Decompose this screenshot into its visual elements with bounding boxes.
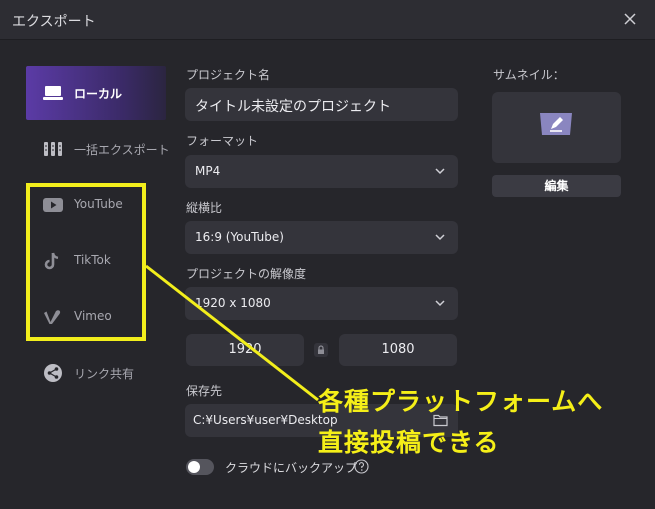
aspect-label: 縦横比 xyxy=(186,201,223,215)
thumbnail-preview[interactable] xyxy=(492,92,621,163)
window-title: エクスポート xyxy=(12,14,96,30)
annotation-line-1: 各種プラットフォームへ xyxy=(318,387,604,416)
cloud-backup-toggle[interactable] xyxy=(186,459,214,475)
sidebar-item-local[interactable]: ローカル xyxy=(26,66,166,120)
edit-image-icon xyxy=(540,113,572,135)
format-value: MP4 xyxy=(195,164,221,178)
sidebar-item-label: リンク共有 xyxy=(74,367,135,381)
edit-thumbnail-button[interactable]: 編集 xyxy=(492,175,621,197)
chevron-down-icon xyxy=(435,168,445,175)
aspect-value: 16:9 (YouTube) xyxy=(195,230,284,244)
sidebar-item-label: 一括エクスポート xyxy=(74,143,170,157)
cloud-backup-label: クラウドにバックアップ xyxy=(225,461,358,475)
resolution-width-input[interactable]: 1920 xyxy=(186,334,304,366)
title-bar: エクスポート xyxy=(0,0,655,40)
save-path-value: C:¥Users¥user¥Desktop xyxy=(193,413,338,427)
share-icon xyxy=(44,364,62,382)
resolution-height-input[interactable]: 1080 xyxy=(339,334,457,366)
help-icon[interactable] xyxy=(354,459,369,474)
project-name-input[interactable]: タイトル未設定のプロジェクト xyxy=(185,88,458,121)
aspect-select[interactable]: 16:9 (YouTube) xyxy=(185,221,458,254)
chevron-down-icon xyxy=(435,234,445,241)
project-name-value: タイトル未設定のプロジェクト xyxy=(195,99,391,115)
format-select[interactable]: MP4 xyxy=(185,155,458,188)
save-to-label: 保存先 xyxy=(186,384,223,398)
toggle-knob xyxy=(188,461,200,473)
annotation-line-2: 直接投稿できる xyxy=(318,428,500,457)
thumbnail-label: サムネイル： xyxy=(493,68,565,82)
format-label: フォーマット xyxy=(186,134,259,148)
project-name-label: プロジェクト名 xyxy=(186,68,271,82)
laptop-icon xyxy=(43,86,63,100)
highlight-box xyxy=(26,183,146,341)
resolution-select[interactable]: 1920 x 1080 xyxy=(185,287,458,320)
batch-icon xyxy=(44,142,62,156)
sidebar-item-batch-export[interactable]: 一括エクスポート xyxy=(26,122,170,176)
sidebar-item-link-share[interactable]: リンク共有 xyxy=(26,346,166,400)
close-icon[interactable] xyxy=(621,10,639,28)
sidebar-item-label: ローカル xyxy=(74,87,123,101)
chevron-down-icon xyxy=(435,300,445,307)
resolution-label: プロジェクトの解像度 xyxy=(186,267,307,281)
resolution-value: 1920 x 1080 xyxy=(195,296,271,310)
lock-icon[interactable] xyxy=(314,343,328,357)
